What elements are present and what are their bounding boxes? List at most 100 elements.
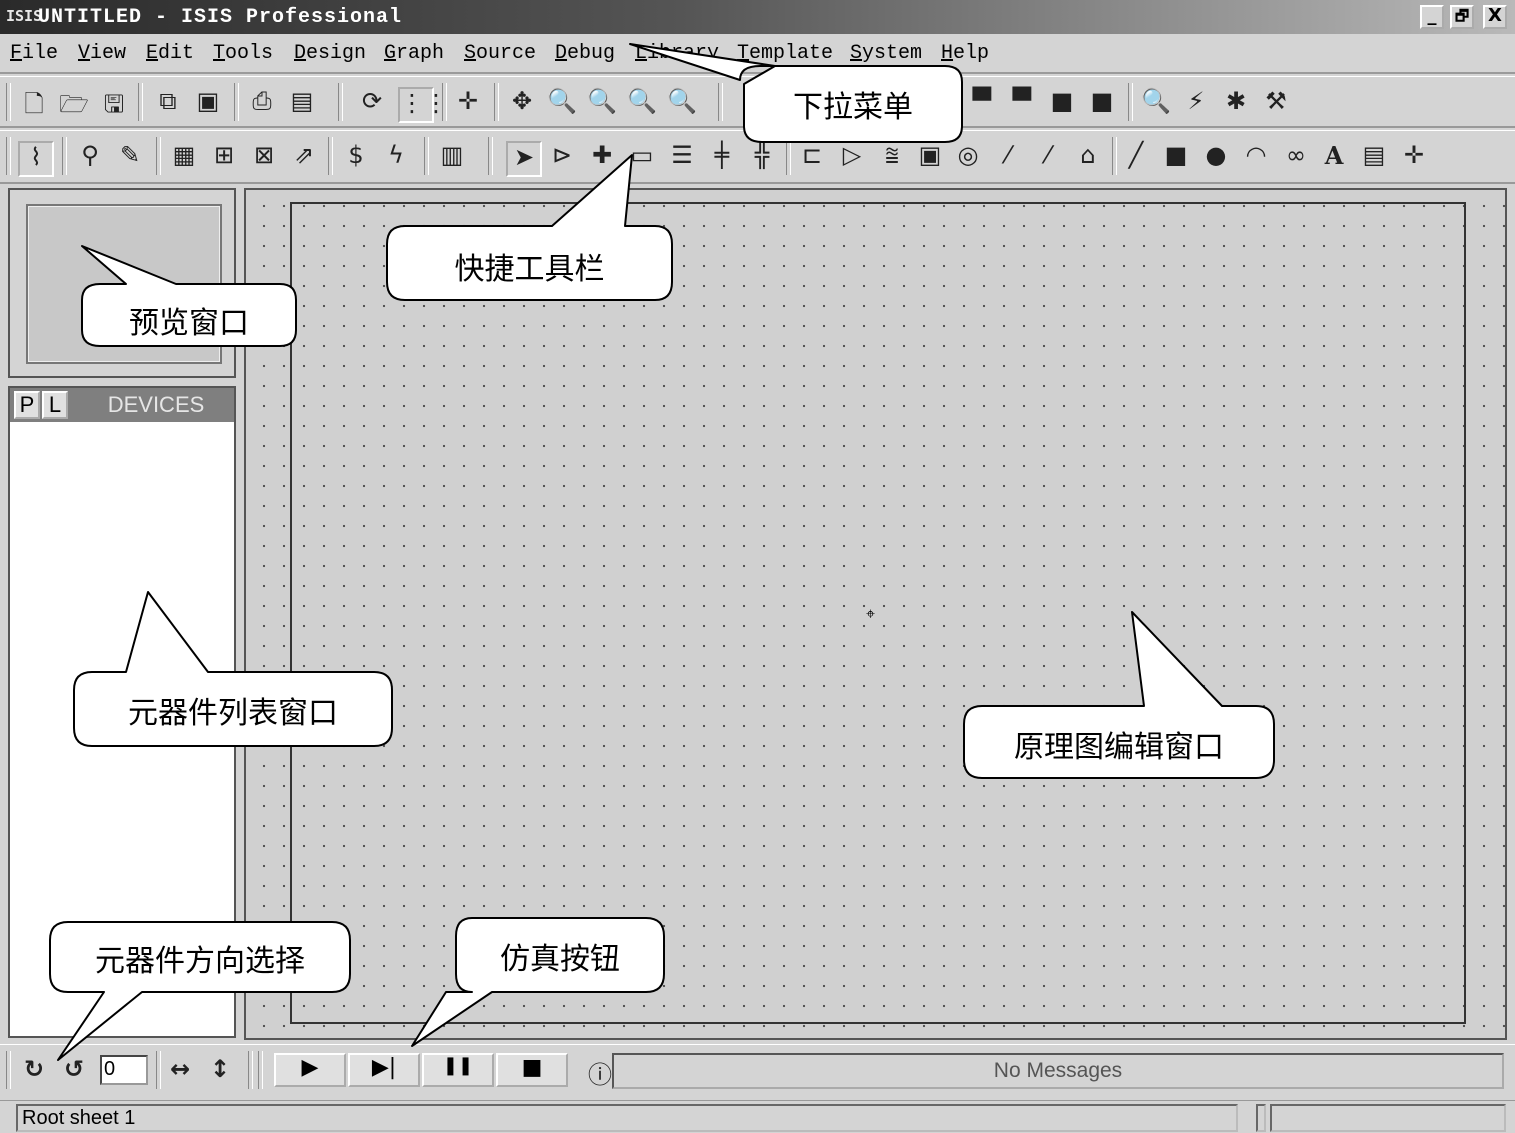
block-copy-icon[interactable]: ▀	[966, 87, 998, 119]
decompose-icon[interactable]: ⚒	[1260, 87, 1292, 119]
block-rotate-icon[interactable]: ■	[1046, 87, 1078, 119]
goto-sheet-icon[interactable]: ⇗	[288, 141, 320, 173]
menu-system[interactable]: System	[850, 42, 922, 65]
status-panel	[1256, 1104, 1266, 1132]
menu-view[interactable]: View	[78, 42, 126, 65]
electrical-check-icon[interactable]: ϟ	[380, 141, 412, 173]
virtual-instrument-icon[interactable]: ⌂	[1072, 141, 1104, 173]
coordinate-panel	[1270, 1104, 1506, 1132]
component-icon[interactable]: ⊳	[546, 141, 578, 173]
symbol-icon[interactable]: ▤	[1358, 141, 1390, 173]
toolbar-separator	[258, 1051, 263, 1089]
play-button[interactable]: ▶	[274, 1053, 346, 1087]
terminal-icon[interactable]: ⊏	[796, 141, 828, 173]
preview-window[interactable]	[8, 188, 236, 378]
toolbar-separator	[6, 1051, 11, 1089]
callout-toolbar-label: 快捷工具栏	[454, 252, 605, 287]
marker-icon[interactable]: ✛	[1398, 141, 1430, 173]
subcircuit-icon[interactable]: ╬	[746, 141, 778, 173]
toolbar-separator	[494, 83, 499, 121]
select-arrow-icon[interactable]: ➤	[506, 141, 542, 177]
new-sheet-icon[interactable]: ⊞	[208, 141, 240, 173]
block-move-icon[interactable]: ▀	[1006, 87, 1038, 119]
grid-icon[interactable]: ⋮⋮	[398, 87, 448, 123]
junction-icon[interactable]: ✚	[586, 141, 618, 173]
netlist-icon[interactable]: ▦	[168, 141, 200, 173]
devices-title: DEVICES	[107, 392, 205, 417]
open-folder-icon[interactable]: 🗁	[58, 87, 90, 119]
ares-icon[interactable]: ▥	[436, 141, 468, 173]
menu-graph[interactable]: Graph	[384, 42, 444, 65]
callout-simulation-label: 仿真按钮	[500, 942, 620, 977]
export-icon[interactable]: ▣	[192, 87, 224, 119]
path-icon[interactable]: ∞	[1280, 141, 1312, 173]
text-icon[interactable]: A	[1318, 141, 1350, 173]
menu-library[interactable]: Library	[635, 42, 719, 65]
refresh-icon[interactable]: ⟳	[356, 87, 388, 119]
menu-bar: File View Edit Tools Design Graph Source…	[0, 34, 1515, 74]
pick-devices-button[interactable]: P	[14, 391, 40, 419]
generator-icon[interactable]: ◎	[952, 141, 984, 173]
box-icon[interactable]: ■	[1160, 141, 1192, 173]
stop-button[interactable]: ■	[496, 1053, 568, 1087]
text-script-icon[interactable]: ☰	[666, 141, 698, 173]
import-icon[interactable]: ⧉	[152, 87, 184, 119]
search-tag-icon[interactable]: 🔍	[1140, 87, 1172, 119]
print-icon[interactable]: ⎙	[246, 87, 278, 119]
restore-button[interactable]: 🗗	[1450, 5, 1474, 29]
mirror-horizontal-icon[interactable]: ↔	[164, 1055, 196, 1087]
wire-autoroute-icon[interactable]: ⚡	[1180, 87, 1212, 119]
delete-sheet-icon[interactable]: ⊠	[248, 141, 280, 173]
title-bar: ISIS UNTITLED - ISIS Professional _ 🗗 X	[0, 0, 1515, 34]
current-probe-icon[interactable]: ⁄	[1032, 141, 1064, 173]
property-tool-icon[interactable]: ✎	[114, 141, 146, 173]
bus-icon[interactable]: ╪	[706, 141, 738, 173]
save-icon[interactable]: 🖫	[98, 87, 130, 119]
close-button[interactable]: X	[1483, 5, 1507, 29]
menu-design[interactable]: Design	[294, 42, 366, 65]
toolbar-separator	[234, 83, 239, 121]
library-manager-button[interactable]: L	[42, 391, 68, 419]
voltage-probe-icon[interactable]: ⁄	[992, 141, 1024, 173]
device-pin-icon[interactable]: ▷	[836, 141, 868, 173]
menu-debug[interactable]: Debug	[555, 42, 615, 65]
new-file-icon[interactable]: 🗋	[18, 87, 50, 119]
graph-icon[interactable]: ⩰	[876, 141, 908, 173]
devices-header: P L DEVICES	[10, 388, 234, 422]
rotation-angle-input[interactable]: 0	[100, 1055, 148, 1085]
zoom-area-icon[interactable]: 🔍	[666, 87, 698, 119]
origin-icon[interactable]: ✛	[452, 87, 484, 119]
make-device-icon[interactable]: ✱	[1220, 87, 1252, 119]
zoom-all-icon[interactable]: 🔍	[626, 87, 658, 119]
zoom-out-icon[interactable]: 🔍	[586, 87, 618, 119]
menu-edit[interactable]: Edit	[146, 42, 194, 65]
print-area-icon[interactable]: ▤	[286, 87, 318, 119]
step-button[interactable]: ▶|	[348, 1053, 420, 1087]
toolbar-separator	[156, 137, 161, 175]
schematic-editor[interactable]: ⌖	[244, 188, 1507, 1040]
toolbar-separator	[424, 137, 429, 175]
menu-source[interactable]: Source	[464, 42, 536, 65]
line-icon[interactable]: ╱	[1120, 141, 1152, 173]
zoom-in-icon[interactable]: 🔍	[546, 87, 578, 119]
menu-file[interactable]: File	[10, 42, 58, 65]
menu-help[interactable]: Help	[941, 42, 989, 65]
rotate-anticlockwise-icon[interactable]: ↺	[58, 1055, 90, 1087]
minimize-button[interactable]: _	[1420, 5, 1444, 29]
circle-icon[interactable]: ●	[1200, 141, 1232, 173]
pan-icon[interactable]: ✥	[506, 87, 538, 119]
wire-label-icon[interactable]: ▭	[626, 141, 658, 173]
rotate-clockwise-icon[interactable]: ↻	[18, 1055, 50, 1087]
search-icon[interactable]: ⚲	[74, 141, 106, 173]
wire-autoroute-icon[interactable]: ⌇	[18, 141, 54, 177]
pause-button[interactable]: ❚❚	[422, 1053, 494, 1087]
block-delete-icon[interactable]: ■	[1086, 87, 1118, 119]
mirror-vertical-icon[interactable]: ↕	[204, 1055, 236, 1087]
toolbar-separator	[328, 137, 333, 175]
toolbar-separator	[62, 137, 67, 175]
menu-tools[interactable]: Tools	[213, 42, 273, 65]
menu-template[interactable]: Template	[737, 42, 833, 65]
tape-recorder-icon[interactable]: ▣	[914, 141, 946, 173]
arc-icon[interactable]: ◠	[1240, 141, 1272, 173]
bill-of-materials-icon[interactable]: $	[340, 141, 372, 173]
